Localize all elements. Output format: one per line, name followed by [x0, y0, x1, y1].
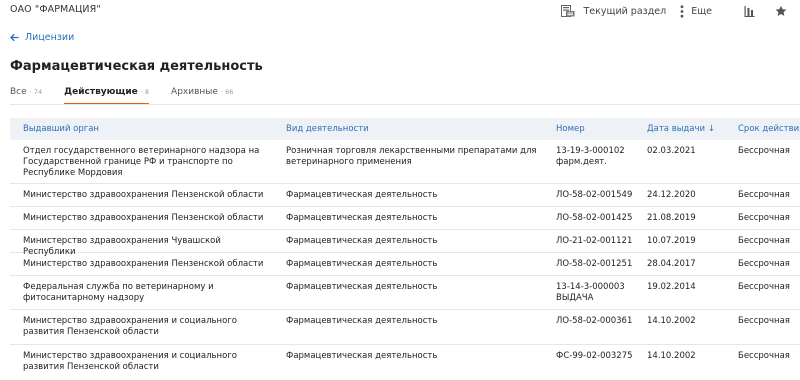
cell-number: 13-19-3-000102 фарм.деят.: [556, 146, 625, 167]
table-row[interactable]: Министерство здравоохранения Пензенской …: [10, 253, 800, 276]
cell-issue-date: 10.07.2019: [647, 236, 696, 246]
cell-issuer: Министерство здравоохранения Пензенской …: [23, 213, 264, 223]
cell-validity: Бессрочная: [738, 316, 790, 326]
cell-validity: Бессрочная: [738, 213, 790, 223]
cell-validity: Бессрочная: [738, 146, 790, 156]
chart-button[interactable]: [744, 5, 755, 17]
column-header-issuer[interactable]: Выдавший орган: [23, 124, 268, 134]
cell-activity: Фармацевтическая деятельность: [286, 282, 438, 292]
tab-count: · 8: [140, 88, 150, 96]
cell-issue-date: 02.03.2021: [647, 146, 696, 156]
cell-activity: Фармацевтическая деятельность: [286, 190, 438, 200]
cell-number: ЛО-58-02-001425: [556, 213, 633, 223]
top-bar: ОАО "ФАРМАЦИЯ" Текущий раздел Еще: [0, 0, 800, 22]
cell-validity: Бессрочная: [738, 351, 790, 361]
column-header-validity[interactable]: Срок действия: [738, 124, 800, 134]
document-section-icon: [561, 5, 575, 17]
tab-bar: Все · 74 Действующие · 8 Архивные · 66: [10, 84, 255, 105]
licenses-table: Выдавший орган Вид деятельности Номер Да…: [10, 118, 800, 372]
tab-all[interactable]: Все · 74: [10, 84, 42, 104]
favorite-button[interactable]: [775, 5, 787, 17]
cell-activity: Фармацевтическая деятельность: [286, 236, 438, 246]
cell-number: ЛО-58-02-000361: [556, 316, 633, 326]
cell-number: ФС-99-02-003275: [556, 351, 633, 361]
back-link-label: Лицензии: [25, 32, 75, 43]
tab-count: · 66: [220, 88, 234, 96]
cell-issuer: Министерство здравоохранения и социально…: [23, 316, 237, 337]
tab-label: Действующие: [64, 87, 138, 97]
cell-validity: Бессрочная: [738, 190, 790, 200]
table-row[interactable]: Министерство здравоохранения и социально…: [10, 310, 800, 345]
cell-issuer: Федеральная служба по ветеринарному и фи…: [23, 282, 214, 303]
top-actions: Текущий раздел Еще: [561, 0, 800, 22]
cell-activity: Фармацевтическая деятельность: [286, 259, 438, 269]
cell-validity: Бессрочная: [738, 282, 790, 292]
column-header-number[interactable]: Номер: [556, 124, 640, 134]
cell-issue-date: 14.10.2002: [647, 351, 696, 361]
company-name: ОАО "ФАРМАЦИЯ": [10, 4, 101, 15]
current-section-button[interactable]: Текущий раздел: [561, 5, 666, 17]
cell-activity: Розничная торговля лекарственными препар…: [286, 146, 537, 167]
arrow-left-icon: [10, 33, 19, 42]
more-button[interactable]: Еще: [680, 4, 712, 18]
vertical-dots-icon: [680, 4, 684, 18]
back-link-licenses[interactable]: Лицензии: [10, 32, 74, 43]
column-header-issue-date[interactable]: Дата выдачи ↓: [647, 124, 732, 134]
tab-active[interactable]: Действующие · 8: [64, 84, 150, 105]
cell-issuer: Министерство здравоохранения Пензенской …: [23, 190, 264, 200]
tab-archived[interactable]: Архивные · 66: [171, 84, 233, 104]
tab-label: Все: [10, 87, 27, 97]
table-row[interactable]: Министерство здравоохранения Пензенской …: [10, 207, 800, 230]
cell-activity: Фармацевтическая деятельность: [286, 351, 438, 361]
page-title: Фармацевтическая деятельность: [10, 59, 263, 74]
table-row[interactable]: Отдел государственного ветеринарного над…: [10, 140, 800, 184]
cell-issue-date: 21.08.2019: [647, 213, 696, 223]
cell-number: ЛО-58-02-001549: [556, 190, 633, 200]
cell-number: ЛО-21-02-001121: [556, 236, 633, 246]
table-header: Выдавший орган Вид деятельности Номер Да…: [10, 118, 800, 140]
table-row[interactable]: Министерство здравоохранения Пензенской …: [10, 184, 800, 207]
tab-label: Архивные: [171, 87, 218, 97]
table-row[interactable]: Министерство здравоохранения Чувашской Р…: [10, 230, 800, 257]
cell-issuer: Отдел государственного ветеринарного над…: [23, 146, 260, 178]
table-row[interactable]: Министерство здравоохранения и социально…: [10, 345, 800, 380]
tab-count: · 74: [29, 88, 43, 96]
cell-issue-date: 24.12.2020: [647, 190, 696, 200]
tabs-divider: [10, 104, 800, 105]
bar-chart-icon: [744, 5, 755, 17]
current-section-label: Текущий раздел: [583, 5, 667, 17]
cell-issuer: Министерство здравоохранения Пензенской …: [23, 259, 264, 269]
cell-activity: Фармацевтическая деятельность: [286, 213, 438, 223]
star-icon: [775, 5, 787, 17]
more-label: Еще: [691, 5, 712, 17]
cell-activity: Фармацевтическая деятельность: [286, 316, 438, 326]
table-row[interactable]: Федеральная служба по ветеринарному и фи…: [10, 276, 800, 310]
cell-number: 13-14-3-000003 ВЫДАЧА: [556, 282, 625, 303]
cell-number: ЛО-58-02-001251: [556, 259, 633, 269]
cell-issue-date: 14.10.2002: [647, 316, 696, 326]
cell-issuer: Министерство здравоохранения и социально…: [23, 351, 237, 372]
cell-validity: Бессрочная: [738, 259, 790, 269]
cell-issue-date: 19.02.2014: [647, 282, 696, 292]
column-header-activity[interactable]: Вид деятельности: [286, 124, 541, 134]
cell-issue-date: 28.04.2017: [647, 259, 696, 269]
cell-validity: Бессрочная: [738, 236, 790, 246]
